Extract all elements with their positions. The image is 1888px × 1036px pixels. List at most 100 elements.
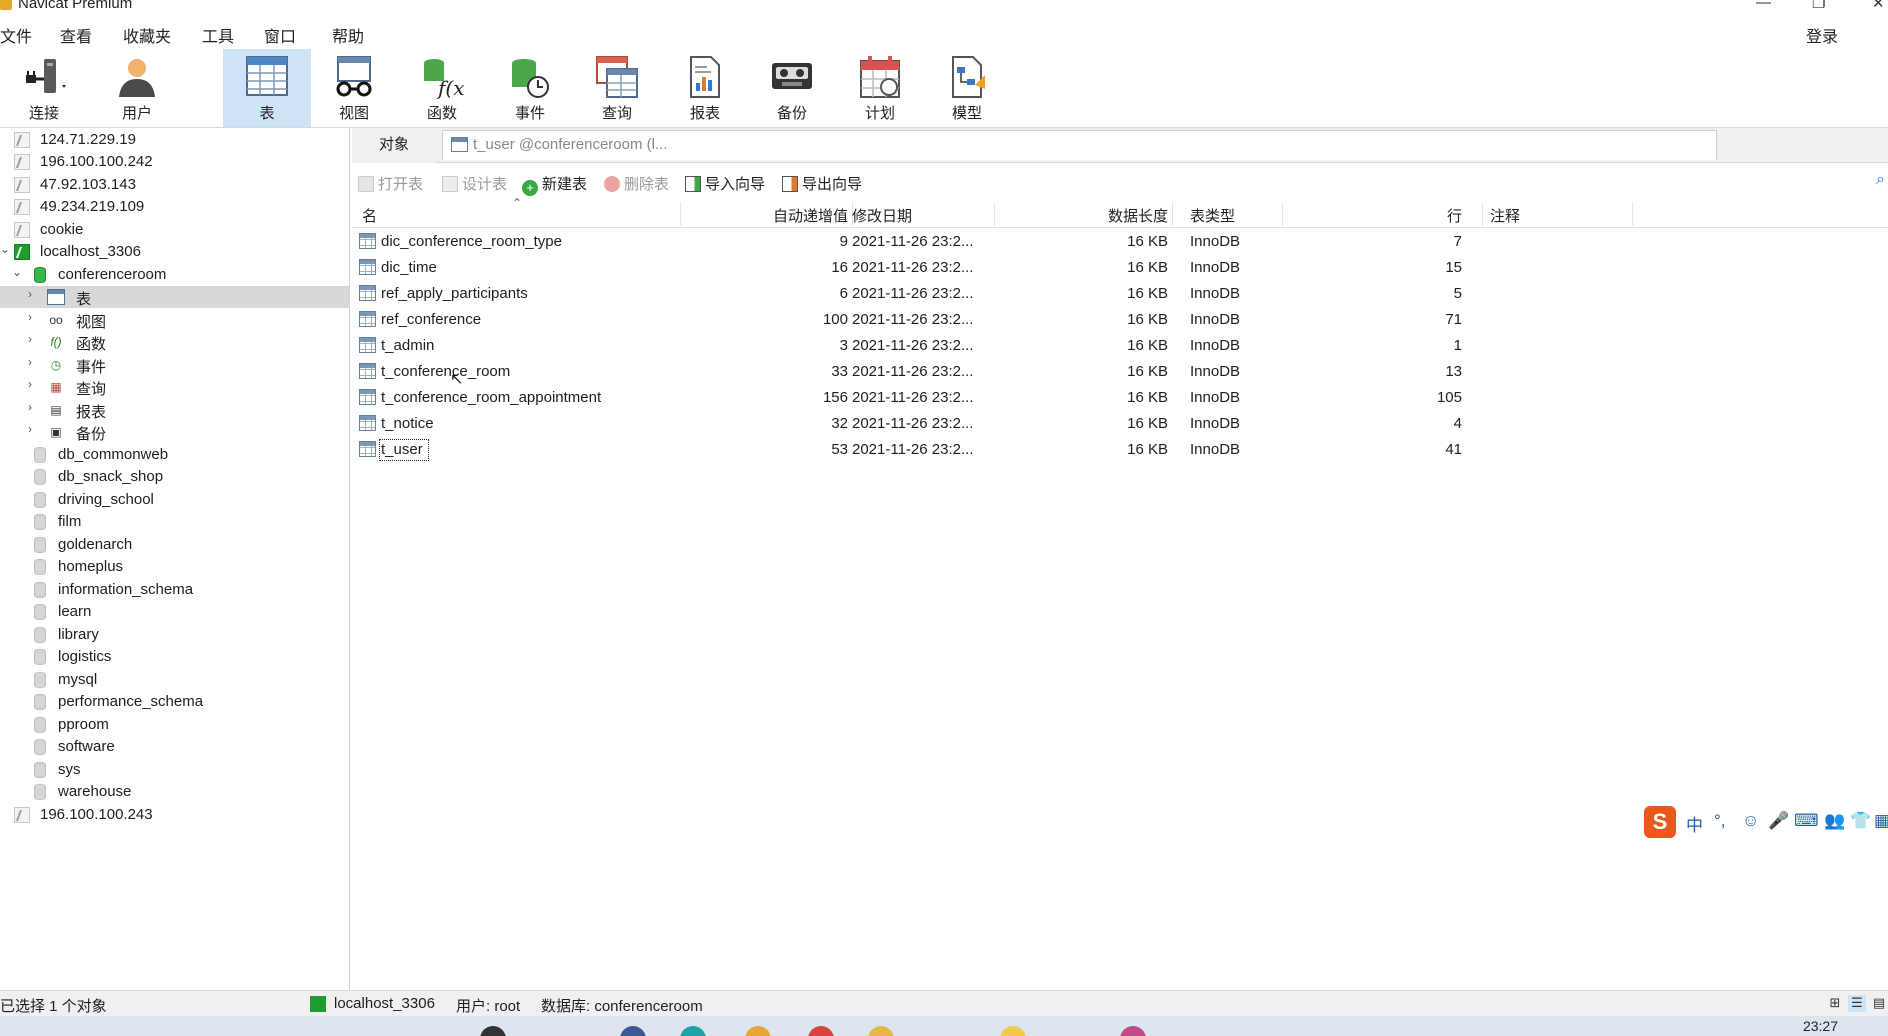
new-table-button[interactable]: + 新建表 [522, 173, 587, 196]
tree-item-functions[interactable]: › f() 函数 [0, 331, 350, 353]
tree-connection[interactable]: cookie [0, 219, 350, 241]
table-row[interactable]: t_admin 3 2021-11-26 23:2... 16 KB InnoD… [352, 333, 1888, 359]
view-button[interactable]: 视图 [310, 49, 398, 127]
column-modified-date[interactable]: 修改日期 [852, 205, 912, 226]
backup-button[interactable]: 备份 [748, 49, 836, 127]
table-row[interactable]: dic_conference_room_type 9 2021-11-26 23… [352, 229, 1888, 255]
taskbar-app-icon[interactable] [680, 1026, 706, 1036]
column-data-length[interactable]: 数据长度 [994, 205, 1168, 226]
tree-database-conferenceroom[interactable]: ⌄ conferenceroom [0, 264, 350, 286]
tree-database[interactable]: information_schema [0, 579, 350, 601]
close-icon[interactable]: ✕ [1872, 0, 1885, 12]
user-group-icon[interactable]: 👥 [1824, 811, 1845, 831]
tree-database[interactable]: software [0, 736, 350, 758]
chevron-right-icon[interactable]: › [28, 287, 32, 301]
menu-favorites[interactable]: 收藏夹 [123, 23, 171, 47]
table-button[interactable]: 表 [223, 49, 311, 127]
tree-database[interactable]: sys [0, 759, 350, 781]
tree-connection[interactable]: 49.234.219.109 [0, 196, 350, 218]
import-wizard-button[interactable]: 导入向导 [685, 173, 765, 194]
tree-connection-localhost[interactable]: ⌄ localhost_3306 [0, 241, 350, 263]
skin-shirt-icon[interactable]: 👕 [1850, 811, 1871, 831]
chevron-right-icon[interactable]: › [28, 377, 32, 391]
table-row[interactable]: t_notice 32 2021-11-26 23:2... 16 KB Inn… [352, 411, 1888, 437]
user-button[interactable]: 用户 [93, 49, 181, 127]
tree-database[interactable]: driving_school [0, 489, 350, 511]
tree-item-reports[interactable]: › ▤ 报表 [0, 399, 350, 421]
report-button[interactable]: 报表 [661, 49, 749, 127]
tree-item-tables[interactable]: › 表 [0, 286, 350, 308]
tree-item-backups[interactable]: › ▣ 备份 [0, 421, 350, 443]
tree-item-queries[interactable]: › ▦ 查询 [0, 376, 350, 398]
keyboard-icon[interactable]: ⌨ [1794, 811, 1819, 831]
grid-view-icon[interactable]: ⊞ [1826, 995, 1844, 1012]
connect-button[interactable]: 连接 [0, 49, 88, 127]
column-name[interactable]: 名 [362, 205, 377, 226]
table-row[interactable]: dic_time 16 2021-11-26 23:2... 16 KB Inn… [352, 255, 1888, 281]
event-button[interactable]: 事件 [486, 49, 574, 127]
chevron-down-icon[interactable]: ⌄ [0, 242, 10, 256]
tree-database[interactable]: db_snack_shop [0, 466, 350, 488]
menu-window[interactable]: 窗口 [264, 23, 296, 47]
column-table-type[interactable]: 表类型 [1190, 205, 1235, 226]
chevron-right-icon[interactable]: › [28, 332, 32, 346]
tree-database[interactable]: db_commonweb [0, 444, 350, 466]
tree-database[interactable]: logistics [0, 646, 350, 668]
tree-database[interactable]: warehouse [0, 781, 350, 803]
chevron-right-icon[interactable]: › [28, 310, 32, 324]
taskbar-app-icon[interactable] [620, 1026, 646, 1036]
tree-database[interactable]: performance_schema [0, 691, 350, 713]
list-view-icon[interactable]: ☰ [1848, 995, 1866, 1012]
detail-view-icon[interactable]: ▤ [1870, 995, 1888, 1012]
tab-t-user[interactable]: t_user @conferenceroom (l... [442, 130, 1717, 160]
model-button[interactable]: 模型 [923, 49, 1011, 127]
column-comment[interactable]: 注释 [1490, 205, 1520, 226]
sogou-logo[interactable]: S [1644, 806, 1676, 838]
tree-connection[interactable]: 196.100.100.242 [0, 151, 350, 173]
tree-database[interactable]: mysql [0, 669, 350, 691]
menu-tools[interactable]: 工具 [202, 23, 234, 47]
tree-connection[interactable]: 124.71.229.19 [0, 129, 350, 151]
table-row[interactable]: t_conference_room 33 2021-11-26 23:2... … [352, 359, 1888, 388]
function-button[interactable]: f(x) 函数 [398, 49, 486, 127]
restore-icon[interactable]: ❐ [1812, 0, 1825, 12]
delete-table-button[interactable]: 删除表 [604, 173, 669, 194]
taskbar-app-icon[interactable] [1000, 1026, 1026, 1036]
chevron-right-icon[interactable]: › [28, 400, 32, 414]
grid-menu-icon[interactable]: ▦ [1874, 811, 1888, 831]
minimize-icon[interactable]: — [1756, 0, 1771, 11]
tree-connection[interactable]: 196.100.100.243 [0, 804, 350, 826]
search-icon[interactable]: ⌕ [1876, 171, 1885, 189]
taskbar-app-icon[interactable] [480, 1026, 506, 1036]
open-table-button[interactable]: 打开表 [358, 173, 423, 194]
tree-database[interactable]: goldenarch [0, 534, 350, 556]
menu-file[interactable]: 文件 [0, 23, 32, 47]
taskbar-app-icon[interactable] [745, 1026, 771, 1036]
chevron-right-icon[interactable]: › [28, 355, 32, 369]
tree-database[interactable]: film [0, 511, 350, 533]
export-wizard-button[interactable]: 导出向导 [782, 173, 862, 194]
tree-connection[interactable]: 47.92.103.143 [0, 174, 350, 196]
taskbar-app-icon[interactable] [1120, 1026, 1146, 1036]
table-row[interactable]: t_conference_room_appointment 156 2021-1… [352, 385, 1888, 411]
tree-database[interactable]: homeplus [0, 556, 350, 578]
menu-help[interactable]: 帮助 [332, 23, 364, 47]
login-link[interactable]: 登录 [1806, 23, 1838, 47]
column-rows[interactable]: 行 [1282, 205, 1462, 226]
schedule-button[interactable]: 计划 [836, 49, 924, 127]
tree-database[interactable]: learn [0, 601, 350, 623]
tree-item-events[interactable]: › ◷ 事件 [0, 354, 350, 376]
tree-database[interactable]: pproom [0, 714, 350, 736]
design-table-button[interactable]: 设计表 [442, 173, 507, 194]
chevron-right-icon[interactable]: › [28, 422, 32, 436]
query-button[interactable]: 查询 [573, 49, 661, 127]
taskbar-app-icon[interactable] [868, 1026, 894, 1036]
tree-database[interactable]: library [0, 624, 350, 646]
table-row-selected[interactable]: t_user 53 2021-11-26 23:2... 16 KB InnoD… [352, 437, 1888, 463]
tab-objects[interactable]: 对象 [352, 128, 436, 163]
taskbar-app-icon[interactable] [808, 1026, 834, 1036]
menu-view[interactable]: 查看 [60, 23, 92, 47]
table-row[interactable]: ref_apply_participants 6 2021-11-26 23:2… [352, 281, 1888, 307]
chevron-down-icon[interactable]: ⌄ [12, 265, 22, 279]
column-auto-increment[interactable]: 自动递增值 [684, 205, 848, 226]
